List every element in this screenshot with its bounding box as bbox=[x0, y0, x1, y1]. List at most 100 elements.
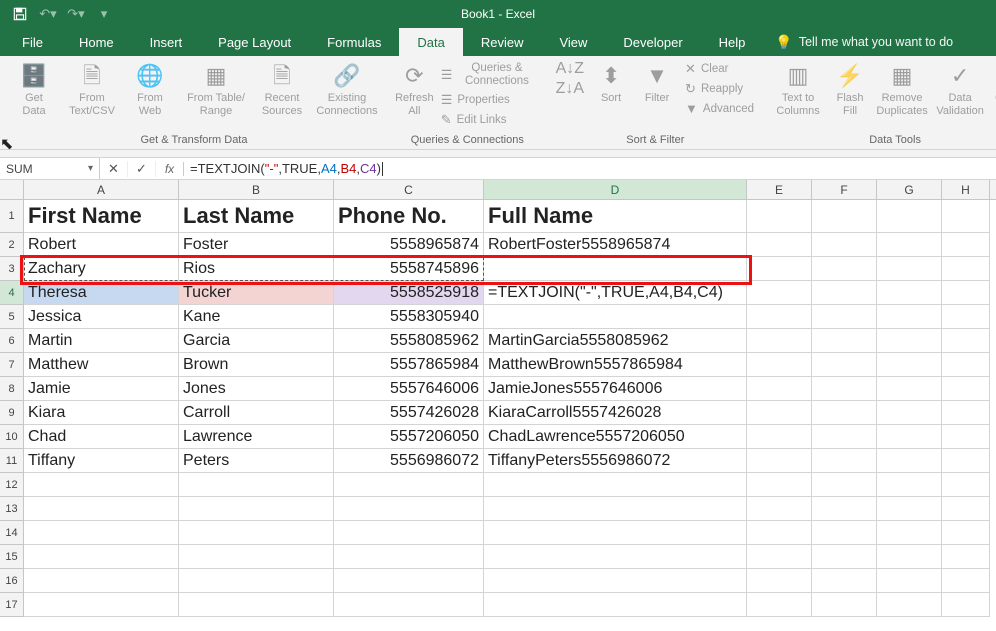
col-header-A[interactable]: A bbox=[24, 180, 179, 199]
row-header[interactable]: 10 bbox=[0, 425, 24, 449]
col-header-B[interactable]: B bbox=[179, 180, 334, 199]
cell-H2[interactable] bbox=[942, 233, 990, 257]
fx-button[interactable]: fx bbox=[156, 162, 184, 176]
cell-D12[interactable] bbox=[484, 473, 747, 497]
cell-G8[interactable] bbox=[877, 377, 942, 401]
cell-D8[interactable]: JamieJones5557646006 bbox=[484, 377, 747, 401]
cell-E9[interactable] bbox=[747, 401, 812, 425]
cell-C7[interactable]: 5557865984 bbox=[334, 353, 484, 377]
from-table-range-button[interactable]: ▦From Table/ Range bbox=[180, 60, 252, 117]
cell-C16[interactable] bbox=[334, 569, 484, 593]
cell-F4[interactable] bbox=[812, 281, 877, 305]
cell-C11[interactable]: 5556986072 bbox=[334, 449, 484, 473]
cell-F1[interactable] bbox=[812, 200, 877, 233]
cell-F8[interactable] bbox=[812, 377, 877, 401]
cell-G13[interactable] bbox=[877, 497, 942, 521]
cell-E17[interactable] bbox=[747, 593, 812, 617]
cell-H4[interactable] bbox=[942, 281, 990, 305]
col-header-D[interactable]: D bbox=[484, 180, 747, 199]
cell-H5[interactable] bbox=[942, 305, 990, 329]
cell-E2[interactable] bbox=[747, 233, 812, 257]
cell-A5[interactable]: Jessica bbox=[24, 305, 179, 329]
cell-C13[interactable] bbox=[334, 497, 484, 521]
cell-E12[interactable] bbox=[747, 473, 812, 497]
row-header[interactable]: 5 bbox=[0, 305, 24, 329]
cell-B2[interactable]: Foster bbox=[179, 233, 334, 257]
cell-G16[interactable] bbox=[877, 569, 942, 593]
cell-G15[interactable] bbox=[877, 545, 942, 569]
cell-G6[interactable] bbox=[877, 329, 942, 353]
cell-A7[interactable]: Matthew bbox=[24, 353, 179, 377]
redo-button[interactable]: ↷▾ bbox=[64, 3, 88, 25]
cell-D4[interactable]: =TEXTJOIN("-",TRUE,A4,B4,C4) bbox=[484, 281, 747, 305]
cell-B8[interactable]: Jones bbox=[179, 377, 334, 401]
cell-F6[interactable] bbox=[812, 329, 877, 353]
advanced-filter-button[interactable]: ▼Advanced bbox=[681, 100, 758, 119]
row-header[interactable]: 1 bbox=[0, 200, 24, 233]
row-header[interactable]: 4 bbox=[0, 281, 24, 305]
cell-A2[interactable]: Robert bbox=[24, 233, 179, 257]
cell-F15[interactable] bbox=[812, 545, 877, 569]
cell-B14[interactable] bbox=[179, 521, 334, 545]
cell-B16[interactable] bbox=[179, 569, 334, 593]
cell-A12[interactable] bbox=[24, 473, 179, 497]
cell-F12[interactable] bbox=[812, 473, 877, 497]
cell-E4[interactable] bbox=[747, 281, 812, 305]
cell-D9[interactable]: KiaraCarroll5557426028 bbox=[484, 401, 747, 425]
flash-fill-button[interactable]: ⚡Flash Fill bbox=[828, 60, 872, 117]
row-header[interactable]: 16 bbox=[0, 569, 24, 593]
cell-H17[interactable] bbox=[942, 593, 990, 617]
cell-D16[interactable] bbox=[484, 569, 747, 593]
cell-A6[interactable]: Martin bbox=[24, 329, 179, 353]
cell-C6[interactable]: 5558085962 bbox=[334, 329, 484, 353]
col-header-C[interactable]: C bbox=[334, 180, 484, 199]
cell-H8[interactable] bbox=[942, 377, 990, 401]
cell-F13[interactable] bbox=[812, 497, 877, 521]
cell-E5[interactable] bbox=[747, 305, 812, 329]
cell-C2[interactable]: 5558965874 bbox=[334, 233, 484, 257]
cell-D3[interactable] bbox=[484, 257, 747, 281]
cell-H9[interactable] bbox=[942, 401, 990, 425]
row-header[interactable]: 14 bbox=[0, 521, 24, 545]
col-header-H[interactable]: H bbox=[942, 180, 990, 199]
cell-D14[interactable] bbox=[484, 521, 747, 545]
cell-B10[interactable]: Lawrence bbox=[179, 425, 334, 449]
cell-H3[interactable] bbox=[942, 257, 990, 281]
cell-A15[interactable] bbox=[24, 545, 179, 569]
data-validation-button[interactable]: ✓Data Validation bbox=[932, 60, 988, 117]
cell-B12[interactable] bbox=[179, 473, 334, 497]
cell-B11[interactable]: Peters bbox=[179, 449, 334, 473]
cell-A10[interactable]: Chad bbox=[24, 425, 179, 449]
cell-B15[interactable] bbox=[179, 545, 334, 569]
cell-D10[interactable]: ChadLawrence5557206050 bbox=[484, 425, 747, 449]
cell-G3[interactable] bbox=[877, 257, 942, 281]
row-header[interactable]: 3 bbox=[0, 257, 24, 281]
cell-D6[interactable]: MartinGarcia5558085962 bbox=[484, 329, 747, 353]
col-header-E[interactable]: E bbox=[747, 180, 812, 199]
cell-H14[interactable] bbox=[942, 521, 990, 545]
cell-H12[interactable] bbox=[942, 473, 990, 497]
cell-C17[interactable] bbox=[334, 593, 484, 617]
row-header[interactable]: 6 bbox=[0, 329, 24, 353]
save-button[interactable] bbox=[8, 3, 32, 25]
recent-sources-button[interactable]: 🗎Recent Sources bbox=[254, 60, 310, 117]
cell-F9[interactable] bbox=[812, 401, 877, 425]
cell-E16[interactable] bbox=[747, 569, 812, 593]
formula-input[interactable]: =TEXTJOIN("-",TRUE,A4,B4,C4) bbox=[184, 158, 996, 179]
cell-H11[interactable] bbox=[942, 449, 990, 473]
cell-H6[interactable] bbox=[942, 329, 990, 353]
from-text-csv-button[interactable]: 🗎From Text/CSV bbox=[64, 60, 120, 117]
cell-A14[interactable] bbox=[24, 521, 179, 545]
cell-G17[interactable] bbox=[877, 593, 942, 617]
reapply-button[interactable]: ↻Reapply bbox=[681, 80, 747, 99]
name-box[interactable]: SUM ▾ bbox=[0, 158, 100, 179]
cell-F2[interactable] bbox=[812, 233, 877, 257]
cell-G10[interactable] bbox=[877, 425, 942, 449]
text-to-columns-button[interactable]: ▥Text to Columns bbox=[770, 60, 826, 117]
cell-E7[interactable] bbox=[747, 353, 812, 377]
cell-E1[interactable] bbox=[747, 200, 812, 233]
touch-mode-button[interactable]: ▾ bbox=[92, 3, 116, 25]
cell-G4[interactable] bbox=[877, 281, 942, 305]
row-header[interactable]: 7 bbox=[0, 353, 24, 377]
cell-F5[interactable] bbox=[812, 305, 877, 329]
